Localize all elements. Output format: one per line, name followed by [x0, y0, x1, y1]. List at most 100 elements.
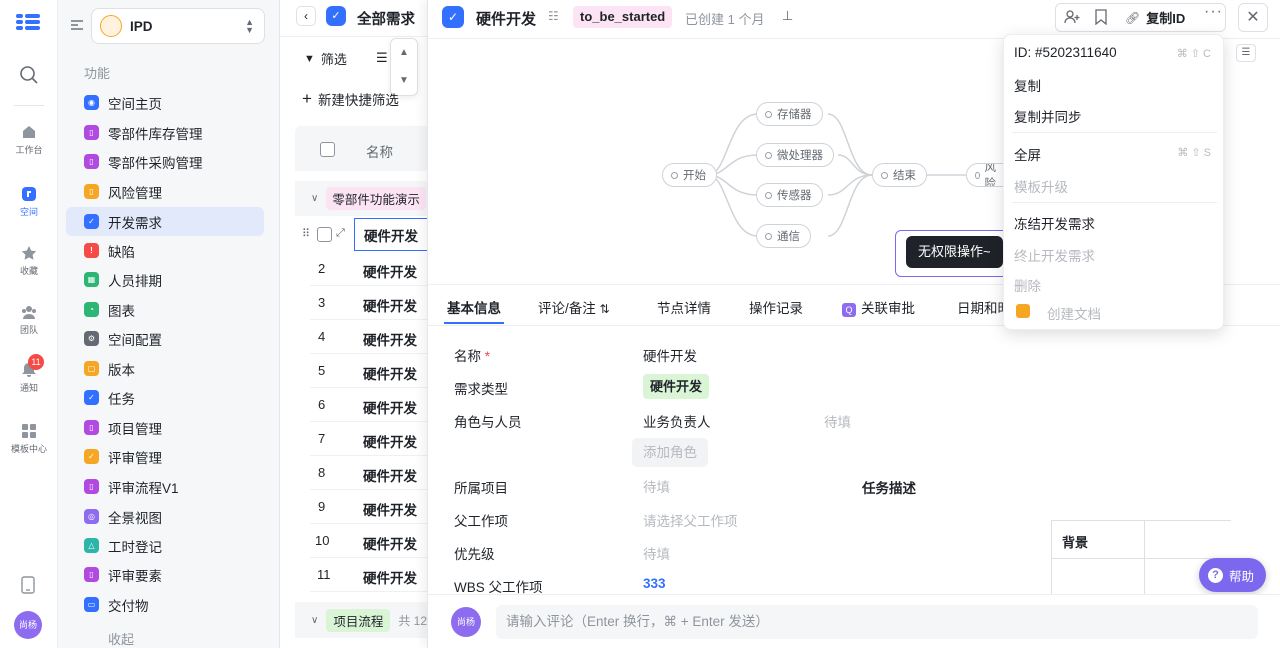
sidebar-item-space-config[interactable]: ⚙ 空间配置 [66, 324, 264, 353]
sidebar-item-review-elements[interactable]: ▯ 评审要素 [66, 560, 264, 589]
group-header[interactable]: ∨ 项目流程 共 12 [295, 602, 428, 638]
sidebar-item-space-home[interactable]: ◉ 空间主页 [66, 88, 264, 117]
group-header[interactable]: ∨ 零部件功能演示 [295, 181, 428, 216]
mindmap-node-comm[interactable]: 通信 [756, 224, 811, 248]
table-header [295, 126, 428, 171]
sidebar-item-panorama[interactable]: ◎ 全景视图 [66, 502, 264, 531]
sidebar-item-parts-purchase[interactable]: ▯ 零部件采购管理 [66, 147, 264, 176]
tab-basic-info[interactable]: 基本信息 [447, 297, 501, 317]
table-row[interactable]: 6 硬件开发 [310, 388, 428, 422]
select-all-checkbox[interactable] [320, 142, 335, 157]
table-row[interactable]: 5 硬件开发 [310, 354, 428, 388]
project-label: 所属项目 [454, 481, 508, 496]
role-assignee-placeholder[interactable]: 待填 [824, 411, 851, 431]
table-row[interactable]: 10 硬件开发 [310, 524, 428, 558]
sidebar-item-versions[interactable]: ▢ 版本 [66, 354, 264, 383]
quick-filter-button[interactable]: + 新建快捷筛选 [302, 89, 399, 109]
copy-id-button[interactable]: 🔗︎ 复制ID [1125, 8, 1185, 27]
sidebar-item-review-flow[interactable]: ▯ 评审流程V1 [66, 472, 264, 501]
more-icon[interactable]: ··· [1204, 3, 1223, 21]
table-row[interactable]: 7 硬件开发 [310, 422, 428, 456]
menu-item-fullscreen[interactable]: 全屏 [1014, 144, 1041, 164]
scroll-stepper[interactable]: ▲ ▼ [390, 38, 418, 96]
panorama-icon: ◎ [84, 509, 99, 524]
sort-icon[interactable]: ☰ [376, 50, 388, 66]
sidebar-item-scheduling[interactable]: ▦ 人员排期 [66, 265, 264, 294]
type-tag[interactable]: 硬件开发 [643, 374, 710, 399]
tab-operation-log[interactable]: 操作记录 [749, 297, 803, 317]
table-row[interactable]: 4 硬件开发 [310, 320, 428, 354]
rail-item-team[interactable]: 团队 [0, 304, 58, 336]
sidebar-item-defects[interactable]: ! 缺陷 [66, 236, 264, 265]
comment-input[interactable]: 请输入评论（Enter 换行，⌘ + Enter 发送） [496, 605, 1258, 639]
search-icon[interactable] [19, 65, 39, 85]
mobile-icon[interactable] [21, 576, 35, 594]
avatar[interactable]: 尚杨 [14, 611, 42, 639]
left-rail: 工作台 空间 收藏 团队 通知 11 模板中心 尚杨 [0, 0, 58, 648]
menu-item-copy[interactable]: 复制 [1014, 75, 1041, 95]
share-user-icon[interactable] [1064, 9, 1080, 25]
detail-title[interactable]: 硬件开发 [476, 8, 536, 29]
sidebar-item-review-mgmt[interactable]: ✓ 评审管理 [66, 442, 264, 471]
help-button[interactable]: ? 帮助 [1199, 558, 1267, 592]
sidebar-item-timesheet[interactable]: △ 工时登记 [66, 531, 264, 560]
sidebar-item-dev-requirements[interactable]: ✓ 开发需求 [66, 207, 264, 236]
bookmark-icon[interactable] [1094, 9, 1108, 26]
table-row[interactable]: 3 硬件开发 [310, 286, 428, 320]
mindmap-node-end[interactable]: 结束 [872, 163, 927, 187]
menu-item-copy-sync[interactable]: 复制并同步 [1014, 106, 1082, 126]
close-button[interactable]: ✕ [1238, 3, 1268, 32]
rail-item-favorites[interactable]: 收藏 [0, 245, 58, 277]
rail-item-space[interactable]: 空间 [0, 186, 58, 218]
role-label: 角色与人员 [454, 415, 522, 430]
space-switcher[interactable]: IPD ▲ ▼ [91, 8, 265, 44]
workflow-icon[interactable]: ☷ [548, 9, 559, 23]
mindmap-node-storage[interactable]: 存储器 [756, 102, 823, 126]
rail-item-templates[interactable]: 模板中心 [0, 423, 58, 455]
link-icon: 🔗︎ [1125, 10, 1141, 25]
rail-item-workbench[interactable]: 工作台 [0, 124, 58, 156]
tab-comments[interactable]: 评论/备注 ⇅ [538, 297, 610, 317]
sidebar-item-tasks[interactable]: ✓ 任务 [66, 383, 264, 412]
tab-approvals[interactable]: Q 关联审批 [842, 297, 915, 317]
name-value[interactable]: 硬件开发 [643, 345, 697, 365]
tab-node-details[interactable]: 节点详情 [657, 297, 711, 317]
table-row[interactable]: 11 硬件开发 [310, 558, 428, 592]
mindmap-node-sensor[interactable]: 传感器 [756, 183, 823, 207]
row-checkbox[interactable] [317, 227, 332, 242]
sidebar-item-charts[interactable]: ◔ 图表 [66, 295, 264, 324]
menu-item-freeze[interactable]: 冻结开发需求 [1014, 213, 1095, 233]
mindmap-settings-icon[interactable]: ☰ [1236, 44, 1256, 62]
add-role-button[interactable]: 添加角色 [632, 438, 708, 467]
rail-item-notifications[interactable]: 通知 11 [0, 354, 58, 394]
sidebar-item-risk[interactable]: ▯ 风险管理 [66, 177, 264, 206]
view-title[interactable]: 全部需求 [357, 8, 415, 29]
back-button[interactable]: ‹ [296, 6, 316, 26]
drag-handle-icon[interactable]: ⠿ [302, 227, 310, 240]
priority-placeholder[interactable]: 待填 [643, 543, 670, 563]
expand-icon[interactable]: ⤢ [336, 227, 345, 240]
bookmark-icon: ▯ [84, 420, 99, 435]
table-row[interactable]: 9 硬件开发 [310, 490, 428, 524]
mindmap-node-mcu[interactable]: 微处理器 [756, 143, 834, 167]
collapse-sidebar-icon[interactable] [70, 18, 84, 32]
mindmap-node-start[interactable]: 开始 [662, 163, 717, 187]
filter-button[interactable]: ▼ 筛选 [304, 49, 347, 68]
collapse-link[interactable]: 收起 [108, 629, 134, 648]
table-row[interactable]: 2 硬件开发 [310, 252, 428, 286]
status-badge[interactable]: to_be_started [573, 6, 673, 28]
table-row[interactable]: 8 硬件开发 [310, 456, 428, 490]
menu-item-id[interactable]: ID: #5202311640 [1014, 45, 1117, 60]
app-logo-icon[interactable] [16, 12, 42, 32]
project-placeholder[interactable]: 待填 [643, 476, 670, 496]
mindmap-node-risk[interactable]: 风险 [966, 163, 1006, 187]
bookmark-icon: ▯ [84, 479, 99, 494]
parent-placeholder[interactable]: 请选择父工作项 [643, 510, 738, 530]
selected-row-cell[interactable]: 硬件开发 [354, 218, 428, 251]
pin-icon[interactable]: ⊥ [782, 8, 793, 24]
space-icon [22, 187, 36, 201]
wbs-link[interactable]: 333 [643, 576, 666, 591]
sidebar-item-parts-inventory[interactable]: ▯ 零部件库存管理 [66, 118, 264, 147]
sidebar-item-deliverables[interactable]: ▭ 交付物 [66, 590, 264, 619]
sidebar-item-projects[interactable]: ▯ 项目管理 [66, 413, 264, 442]
